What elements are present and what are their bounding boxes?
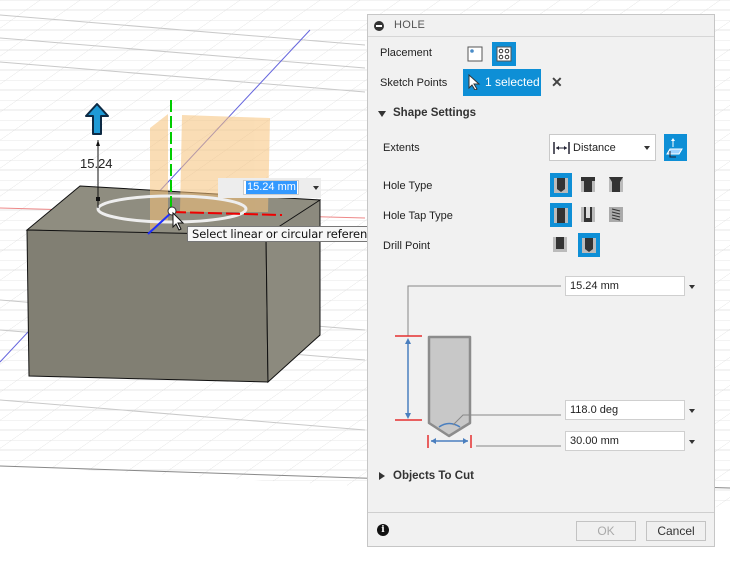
- single-point-placement-icon: [467, 46, 483, 62]
- tap-type-clearance-button[interactable]: [578, 203, 600, 227]
- sketch-points-placement-button[interactable]: [492, 42, 516, 66]
- point-angle-input[interactable]: 118.0 deg: [565, 400, 685, 420]
- sketch-point: [167, 206, 177, 216]
- inline-depth-value: 15.24 mm: [246, 181, 297, 194]
- cancel-button[interactable]: Cancel: [646, 521, 706, 541]
- drill-point-angle-button[interactable]: [578, 233, 600, 257]
- inline-depth-field[interactable]: 15.24 mm: [243, 180, 299, 195]
- distance-icon: [553, 142, 570, 154]
- angled-drill-point-icon: [582, 238, 596, 253]
- diameter-dropdown-caret-icon[interactable]: [689, 440, 695, 444]
- extents-dropdown[interactable]: Distance: [549, 134, 656, 161]
- clearance-tap-icon: [581, 207, 595, 222]
- simple-hole-icon: [554, 178, 568, 193]
- depth-input[interactable]: 15.24 mm: [565, 276, 685, 296]
- flip-direction-button[interactable]: [664, 134, 687, 161]
- select-cursor-icon: [468, 74, 481, 90]
- shape-settings-expand-icon[interactable]: [378, 111, 386, 117]
- depth-dimension-label[interactable]: 15.24: [80, 156, 113, 171]
- dialog-title: HOLE: [394, 19, 426, 31]
- inline-depth-dropdown-caret-icon[interactable]: [313, 186, 319, 190]
- sketch-points-selection-button[interactable]: 1 selected: [463, 69, 541, 96]
- flat-drill-point-icon: [553, 237, 567, 252]
- info-icon[interactable]: i: [377, 524, 389, 536]
- hole-type-counterbore-button[interactable]: [578, 173, 600, 197]
- extents-caret-icon: [644, 146, 650, 150]
- sketch-points-label: Sketch Points: [380, 77, 448, 89]
- ok-button[interactable]: OK: [576, 521, 636, 541]
- extents-label: Extents: [383, 142, 420, 154]
- sketch-points-placement-icon: [496, 46, 512, 62]
- hole-type-label: Hole Type: [383, 180, 433, 192]
- collapse-dialog-icon[interactable]: [374, 21, 384, 31]
- counterbore-hole-icon: [581, 177, 595, 192]
- drill-point-flat-button[interactable]: [550, 233, 572, 257]
- point-angle-value: 118.0 deg: [570, 404, 619, 416]
- depth-dropdown-caret-icon[interactable]: [689, 285, 695, 289]
- hole-type-simple-button[interactable]: [550, 173, 572, 197]
- selection-count: 1 selected: [485, 75, 540, 89]
- dialog-header: HOLE: [368, 15, 714, 37]
- flip-direction-icon: [666, 138, 683, 158]
- inline-depth-input[interactable]: 15.24 mm: [218, 178, 321, 198]
- point-angle-dropdown-caret-icon[interactable]: [689, 409, 695, 413]
- diameter-value: 30.00 mm: [570, 435, 619, 447]
- depth-value: 15.24 mm: [570, 280, 619, 292]
- objects-to-cut-expand-icon[interactable]: [379, 472, 385, 480]
- clear-selection-icon[interactable]: ✕: [551, 74, 563, 91]
- simple-tap-icon: [554, 208, 568, 223]
- single-placement-button[interactable]: [464, 43, 486, 65]
- hole-dimension-diagram: [395, 285, 561, 448]
- tap-type-simple-button[interactable]: [550, 203, 572, 227]
- drill-point-label: Drill Point: [383, 240, 431, 252]
- hole-type-countersink-button[interactable]: [606, 173, 628, 197]
- extents-value: Distance: [573, 142, 616, 154]
- tap-type-tapped-button[interactable]: [606, 203, 628, 227]
- placement-label: Placement: [380, 47, 432, 59]
- dialog-footer: i OK Cancel: [368, 512, 714, 547]
- shape-settings-header[interactable]: Shape Settings: [393, 107, 476, 119]
- tapped-hole-icon: [609, 207, 623, 222]
- diameter-input[interactable]: 30.00 mm: [565, 431, 685, 451]
- objects-to-cut-header[interactable]: Objects To Cut: [393, 470, 474, 482]
- countersink-hole-icon: [609, 177, 623, 192]
- hole-dialog: HOLE Placement Sketch Points 1 selected …: [367, 14, 715, 547]
- hole-tap-type-label: Hole Tap Type: [383, 210, 453, 222]
